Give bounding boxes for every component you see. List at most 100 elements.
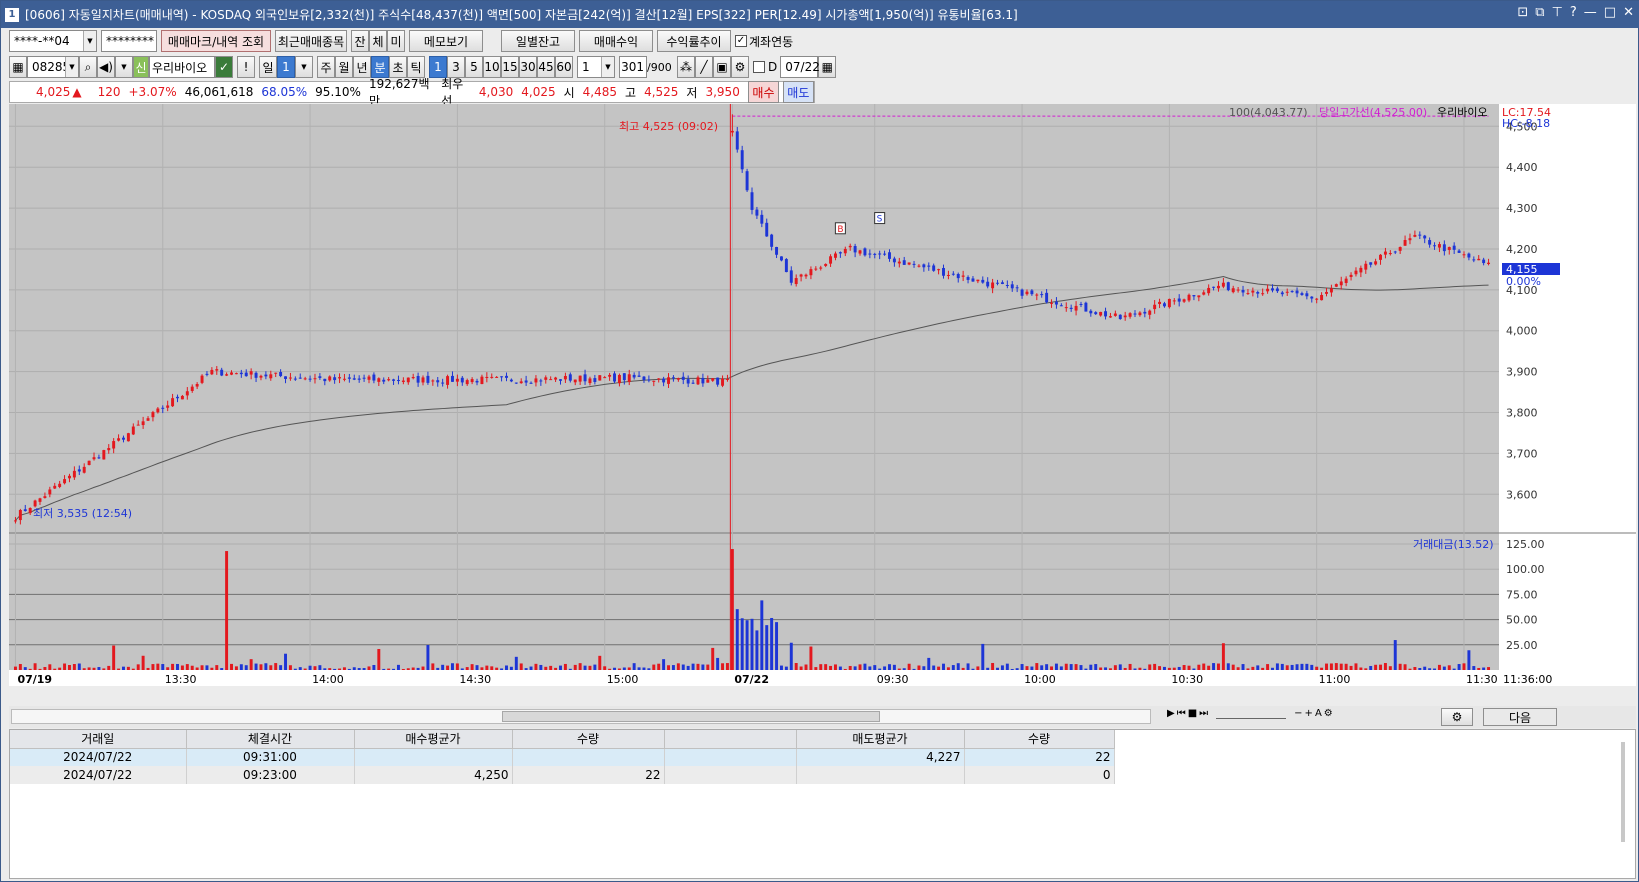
play-icon[interactable]: ▶	[1167, 708, 1175, 719]
chevron-down-icon[interactable]: ▼	[83, 31, 96, 51]
maximize-icon[interactable]: □	[1604, 5, 1616, 20]
col-blank[interactable]	[664, 730, 797, 749]
period-month[interactable]: 월	[335, 56, 353, 78]
bar-count-input[interactable]: 301	[619, 56, 647, 78]
day-count[interactable]: 1	[277, 56, 295, 78]
balance-button[interactable]: 잔	[351, 30, 369, 52]
date-input[interactable]: 07/22	[780, 56, 820, 78]
rewind-icon[interactable]: ⏮	[1177, 708, 1186, 719]
col-buy-qty[interactable]: 수량	[512, 730, 665, 749]
volume-bar	[917, 665, 921, 670]
zoom-in-icon[interactable]: +	[1305, 708, 1313, 719]
pin-icon[interactable]: ⊤	[1552, 5, 1563, 20]
link-checkbox[interactable]: ✓	[735, 35, 747, 47]
volume-bar	[1138, 667, 1142, 670]
save-icon[interactable]: ▣	[713, 56, 731, 78]
period-week[interactable]: 주	[317, 56, 335, 78]
next-button[interactable]: 다음	[1483, 708, 1557, 726]
trade-profit-button[interactable]: 매매수익	[579, 30, 653, 52]
candle-body	[745, 171, 749, 191]
interval-15[interactable]: 15	[501, 56, 519, 78]
candle-body	[961, 275, 965, 277]
warning-button[interactable]: !	[237, 56, 255, 78]
interval-10[interactable]: 10	[483, 56, 501, 78]
chevron-down-icon[interactable]: ▼	[295, 56, 313, 78]
date-checkbox[interactable]	[753, 61, 765, 73]
low-price: 3,950	[705, 85, 740, 99]
stop-icon[interactable]: ■	[1188, 708, 1197, 719]
zoom-out-icon[interactable]: −	[1294, 708, 1302, 719]
table-row[interactable]: 2024/07/22 09:23:00 4,250 22 0	[10, 766, 1115, 784]
day-button[interactable]: 일	[259, 56, 277, 78]
speaker-icon[interactable]: ◀)	[97, 56, 115, 78]
chevron-down-icon[interactable]: ▼	[115, 56, 133, 78]
col-sell-qty[interactable]: 수량	[964, 730, 1115, 749]
col-sell-avg[interactable]: 매도평균가	[796, 730, 965, 749]
password-field[interactable]: ********	[101, 30, 157, 52]
buy-button[interactable]: 매수	[747, 81, 780, 103]
volume-bar	[1462, 663, 1466, 670]
candle-body	[937, 269, 941, 271]
draw-tool-icon[interactable]: ╱	[695, 56, 713, 78]
chart-scrollbar[interactable]	[11, 709, 1151, 724]
custom-interval-combo[interactable]: 1 ▼	[577, 56, 615, 78]
candle-body	[888, 252, 891, 259]
font-icon[interactable]: A	[1315, 708, 1322, 719]
cell-time: 09:31:00	[186, 748, 355, 766]
col-time[interactable]: 체결시간	[186, 730, 355, 749]
copy-window-icon[interactable]: ⧉	[1535, 5, 1544, 20]
volume-bar	[308, 665, 312, 670]
candle-body	[431, 380, 435, 382]
volume-bar	[1020, 664, 1024, 670]
stock-code-combo[interactable]: 082850 ▼	[27, 56, 79, 78]
mark-query-button[interactable]: 매매마크/내역 조회	[161, 30, 271, 52]
account-combo[interactable]: ****-**04 ▼	[9, 30, 97, 52]
memo-button[interactable]: 메모보기	[409, 30, 483, 52]
check-icon[interactable]: ✓	[215, 56, 233, 78]
help-icon[interactable]: ?	[1570, 5, 1577, 20]
recent-trades-button[interactable]: 최근매매종목	[275, 30, 347, 52]
interval-30[interactable]: 30	[519, 56, 537, 78]
forward-icon[interactable]: ⏭	[1199, 708, 1208, 719]
speed-slider[interactable]	[1216, 708, 1287, 719]
chevron-down-icon[interactable]: ▼	[601, 57, 614, 77]
profit-trend-button[interactable]: 수익률추이	[657, 30, 731, 52]
candle-body	[141, 421, 145, 426]
filled-button[interactable]: 체	[369, 30, 387, 52]
unfilled-button[interactable]: 미	[387, 30, 405, 52]
candle-body	[627, 374, 631, 383]
time-tick-label: 14:00	[312, 673, 344, 686]
candle-body	[583, 374, 587, 382]
chevron-down-icon[interactable]: ▼	[65, 57, 78, 77]
gear-icon[interactable]: ⚙	[731, 56, 749, 78]
window-icon[interactable]: 1	[5, 7, 19, 22]
layout-icon[interactable]: ▦	[9, 56, 27, 78]
scroll-thumb[interactable]	[502, 711, 880, 722]
indicator-icon[interactable]: ⁂	[677, 56, 695, 78]
col-buy-avg[interactable]: 매수평균가	[354, 730, 513, 749]
candle-body	[617, 374, 621, 384]
table-scrollbar[interactable]	[1621, 742, 1625, 842]
daily-balance-button[interactable]: 일별잔고	[501, 30, 575, 52]
interval-45[interactable]: 45	[537, 56, 555, 78]
price-chart[interactable]: BS 4,5004,4004,3004,2004,1004,0003,9003,…	[9, 104, 1636, 704]
close-icon[interactable]: ✕	[1623, 5, 1634, 20]
gear-icon[interactable]: ⚙	[1441, 708, 1473, 726]
volume-bar	[328, 668, 332, 670]
candle-body	[701, 377, 705, 384]
volume-bar	[1069, 664, 1073, 670]
interval-60[interactable]: 60	[555, 56, 573, 78]
calendar-icon[interactable]: ▦	[818, 56, 837, 78]
stock-name[interactable]: 우리바이오	[149, 56, 215, 78]
candle-body	[284, 376, 287, 379]
col-date[interactable]: 거래일	[10, 730, 187, 749]
minimize-icon[interactable]: —	[1584, 5, 1597, 20]
sell-button[interactable]: 매도	[782, 81, 814, 103]
candle-body	[686, 379, 690, 384]
search-icon[interactable]: ⌕	[79, 56, 97, 78]
high-marker: 최고 4,525 (09:02)	[619, 120, 718, 133]
volume-bar	[480, 667, 484, 670]
settings-icon[interactable]: ⚙	[1324, 708, 1333, 719]
table-row[interactable]: 2024/07/22 09:31:00 4,227 22	[10, 748, 1115, 766]
link-window-icon[interactable]: ⊡	[1517, 5, 1528, 20]
